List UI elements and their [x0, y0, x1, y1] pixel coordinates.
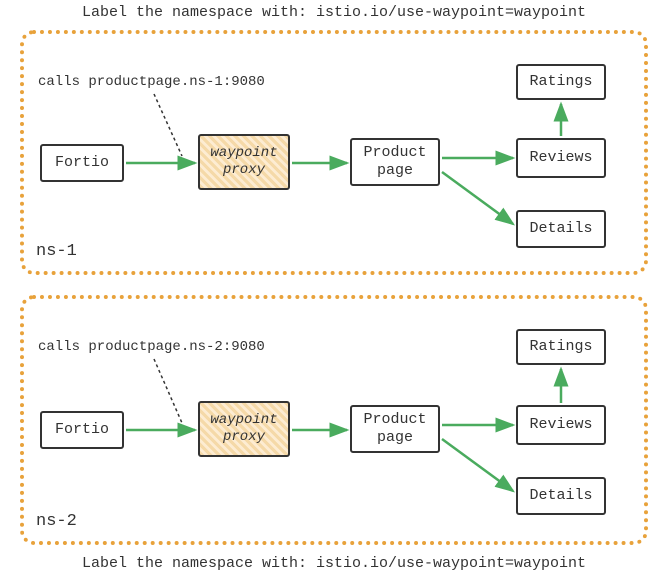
node-reviews-2: Reviews	[516, 405, 606, 445]
namespace-ns-2: ns-2 calls productpage.ns-2:9080 Fortio …	[20, 295, 648, 545]
node-productpage-1: Productpage	[350, 138, 440, 186]
node-details-2: Details	[516, 477, 606, 515]
node-fortio-1: Fortio	[40, 144, 124, 182]
diagram-canvas: Label the namespace with: istio.io/use-w…	[0, 0, 668, 578]
node-ratings-2: Ratings	[516, 329, 606, 365]
node-details-1: Details	[516, 210, 606, 248]
ns-label-2: ns-2	[36, 512, 77, 531]
bottom-caption: Label the namespace with: istio.io/use-w…	[0, 555, 668, 572]
ns-label-1: ns-1	[36, 242, 77, 261]
top-caption: Label the namespace with: istio.io/use-w…	[0, 4, 668, 21]
node-productpage-2: Productpage	[350, 405, 440, 453]
namespace-ns-1: ns-1 calls productpage.ns-1:9080 Fortio …	[20, 30, 648, 275]
call-label-2: calls productpage.ns-2:9080	[38, 339, 265, 355]
node-ratings-1: Ratings	[516, 64, 606, 100]
node-waypoint-2: waypointproxy	[198, 401, 290, 457]
node-reviews-1: Reviews	[516, 138, 606, 178]
node-waypoint-1: waypointproxy	[198, 134, 290, 190]
call-label-1: calls productpage.ns-1:9080	[38, 74, 265, 90]
node-fortio-2: Fortio	[40, 411, 124, 449]
